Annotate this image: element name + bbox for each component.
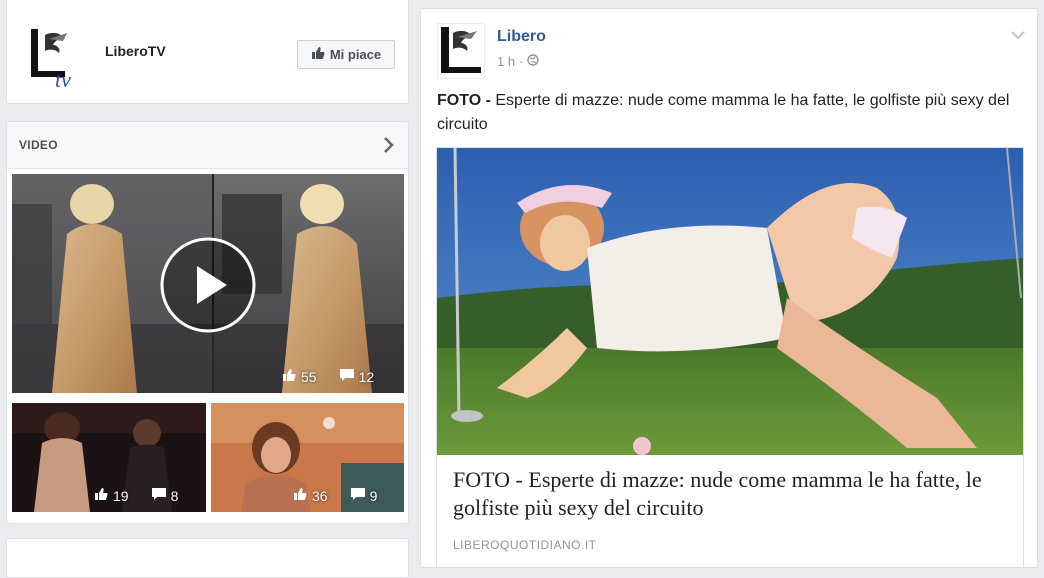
play-icon[interactable] (159, 236, 257, 339)
meta-separator: · (519, 54, 524, 69)
video-thumbnail-3[interactable]: 36 9 (211, 403, 404, 512)
svg-text:tv: tv (55, 67, 71, 89)
globe-icon (527, 54, 540, 69)
video-stats: 36 9 (293, 487, 377, 504)
video-stats: 55 12 (282, 368, 374, 385)
thumbs-up-icon (311, 46, 325, 63)
comment-icon (339, 368, 354, 385)
post-text-prefix: FOTO - (437, 92, 491, 109)
comment-icon (350, 487, 365, 504)
like-count: 19 (113, 487, 129, 504)
link-preview[interactable]: FOTO - Esperte di mazze: nude come mamma… (436, 147, 1024, 567)
link-domain: LIBEROQUOTIDIANO.IT (453, 538, 597, 552)
post-time[interactable]: 1 h (497, 54, 515, 69)
sidebar-card (6, 538, 409, 578)
thumbs-up-icon (282, 368, 296, 385)
post-text: FOTO - Esperte di mazze: nude come mamma… (437, 89, 1017, 137)
video-card: VIDEO 55 12 19 8 36 9 (6, 121, 409, 524)
like-button-label: Mi piace (329, 47, 382, 62)
comment-count: 8 (170, 487, 179, 504)
link-preview-image[interactable] (437, 148, 1023, 455)
link-title[interactable]: FOTO - Esperte di mazze: nude come mamma… (453, 466, 1009, 522)
page-card: tv LiberoTV Mi piace (6, 0, 409, 104)
page-name[interactable]: LiberoTV (105, 43, 166, 59)
comment-count: 12 (358, 368, 375, 385)
libero-tv-logo[interactable]: tv (27, 29, 91, 92)
chevron-right-icon[interactable] (382, 136, 396, 154)
video-thumbnail-main[interactable]: 55 12 (12, 174, 404, 393)
video-section-title[interactable]: VIDEO (19, 138, 58, 152)
thumbs-up-icon (94, 487, 108, 504)
like-count: 36 (312, 487, 328, 504)
chevron-down-icon[interactable] (1011, 27, 1025, 40)
comment-count: 9 (369, 487, 378, 504)
video-stats: 19 8 (94, 487, 178, 504)
post-card: Libero 1 h · FOTO - Esperte di mazze: nu… (420, 8, 1038, 568)
post-author[interactable]: Libero (497, 28, 546, 46)
video-thumbnail-2[interactable]: 19 8 (12, 403, 206, 512)
post-text-body: Esperte di mazze: nude come mamma le ha … (437, 92, 1010, 133)
post-meta: 1 h · (497, 54, 540, 69)
like-page-button[interactable]: Mi piace (297, 40, 395, 69)
comment-icon (151, 487, 166, 504)
video-header: VIDEO (7, 122, 408, 169)
like-count: 55 (301, 368, 317, 385)
thumbs-up-icon (293, 487, 307, 504)
libero-logo[interactable] (436, 22, 486, 80)
